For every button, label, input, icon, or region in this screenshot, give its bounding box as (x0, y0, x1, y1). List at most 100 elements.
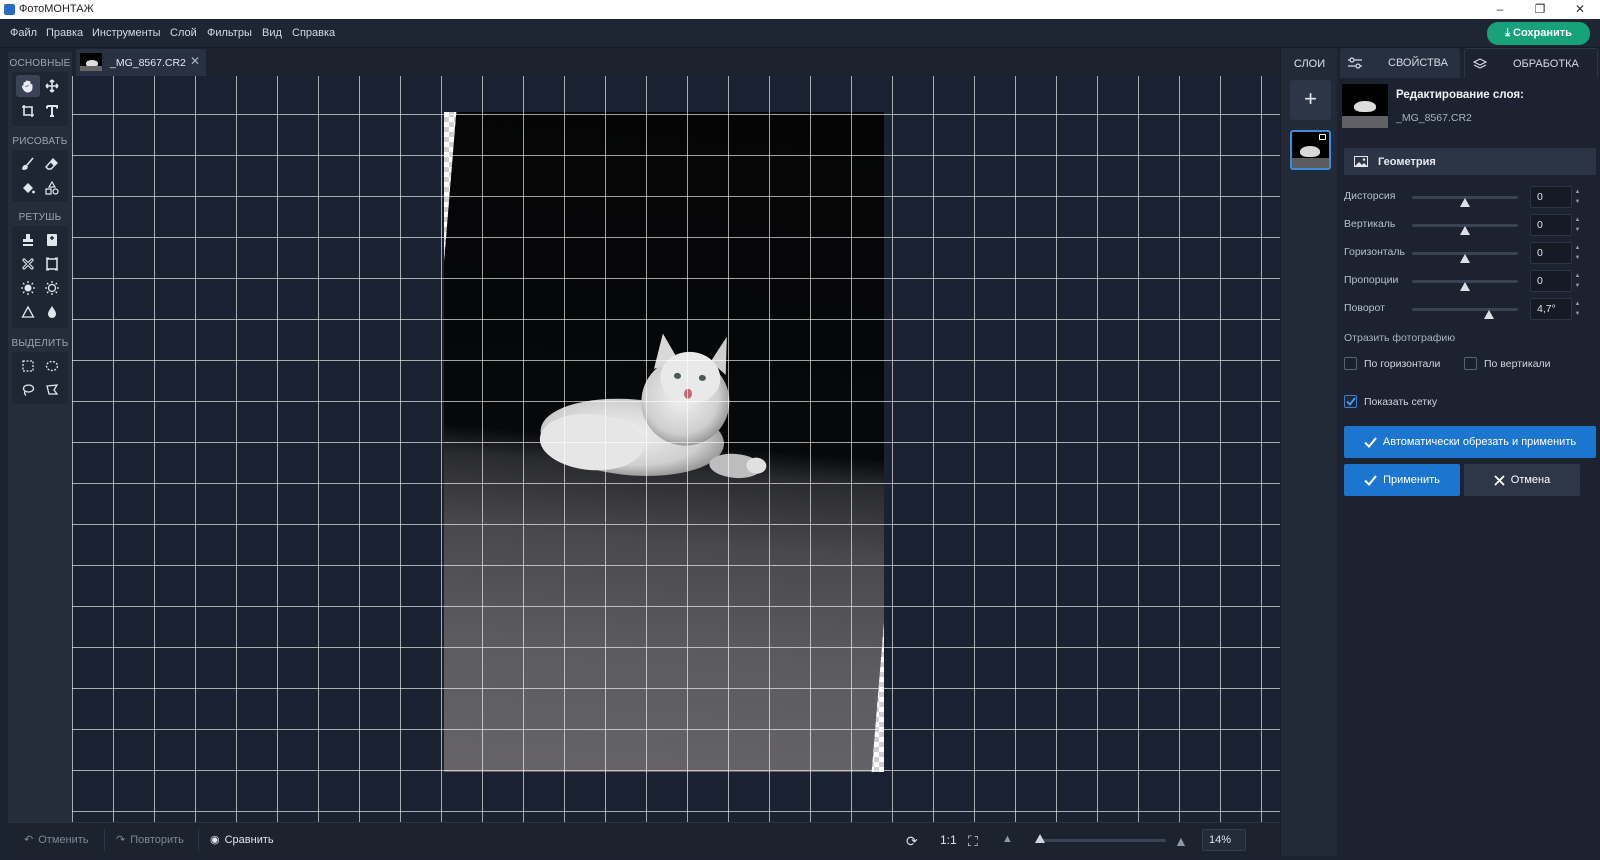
app-logo-icon (4, 4, 15, 15)
spinner-arrows-icon[interactable]: ▲ ▼ (1573, 299, 1582, 319)
menu-help[interactable]: Справка (292, 27, 335, 39)
download-icon: ⤓ (1505, 27, 1510, 39)
slider-value-input[interactable]: 0 (1530, 242, 1572, 264)
slider-thumb[interactable] (1460, 254, 1470, 263)
tab-properties-label: СВОЙСТВА (1388, 57, 1448, 69)
fit-screen-button[interactable]: ⛶ (968, 833, 978, 850)
cancel-button[interactable]: Отмена (1464, 464, 1580, 496)
slider-label: Вертикаль (1344, 218, 1396, 230)
tab-properties[interactable]: СВОЙСТВА (1340, 48, 1460, 78)
text-tool[interactable] (40, 100, 64, 122)
menu-view[interactable]: Вид (262, 27, 282, 39)
section-basic: ОСНОВНЫЕ (9, 58, 71, 69)
frame-tool[interactable] (40, 253, 64, 275)
layer-item[interactable] (1290, 130, 1331, 170)
layers-icon (1473, 57, 1487, 69)
add-layer-button[interactable]: + (1290, 80, 1331, 120)
spinner-arrows-icon[interactable]: ▲ ▼ (1573, 271, 1582, 291)
redo-button[interactable]: ↷ Повторить (116, 833, 184, 847)
undo-button[interactable]: ↶ Отменить (24, 833, 88, 847)
edit-layer-filename: _MG_8567.CR2 (1396, 112, 1472, 124)
zoom-slider[interactable] (1038, 839, 1166, 842)
edit-layer-title: Редактирование слоя: (1396, 89, 1524, 101)
slider-track[interactable] (1412, 308, 1518, 311)
fill-tool[interactable] (16, 177, 40, 199)
zoom-input[interactable]: 14% (1202, 829, 1246, 851)
tab-processing-label: ОБРАБОТКА (1513, 57, 1579, 70)
retouch-tools (12, 226, 68, 328)
close-window-button[interactable]: ✕ (1560, 1, 1600, 18)
mirror-horizontal-checkbox[interactable]: По горизонтали (1344, 357, 1440, 370)
checkbox-box (1464, 357, 1477, 370)
menu-filters[interactable]: Фильтры (207, 27, 252, 39)
section-draw: РИСОВАТЬ (12, 136, 68, 147)
rotate-icon: ⟳ (906, 833, 918, 849)
mirror-vertical-checkbox[interactable]: По вертикали (1464, 357, 1551, 370)
edit-layer-header: Редактирование слоя: _MG_8567.CR2 (1342, 84, 1596, 134)
title-bar: ФотоМОНТАЖ – ❐ ✕ (0, 0, 1600, 19)
slider-value-input[interactable]: 0 (1530, 186, 1572, 208)
canvas-area[interactable] (72, 76, 1280, 822)
save-button[interactable]: ⤓ Сохранить (1487, 22, 1590, 45)
healing-tool[interactable] (16, 253, 40, 275)
slider-value-input[interactable]: 4,7° (1530, 298, 1572, 320)
spinner-arrows-icon[interactable]: ▲ ▼ (1573, 215, 1582, 235)
stamp-tool[interactable] (16, 229, 40, 251)
menu-layer[interactable]: Слой (170, 27, 197, 39)
menu-edit[interactable]: Правка (46, 27, 83, 39)
spinner-arrows-icon[interactable]: ▲ ▼ (1573, 187, 1582, 207)
rect-select-tool[interactable] (16, 355, 40, 377)
auto-crop-apply-button[interactable]: Автоматически обрезать и применить (1344, 426, 1596, 458)
rotate-button[interactable]: ⟳ (906, 833, 918, 850)
slider-value-input[interactable]: 0 (1530, 270, 1572, 292)
menu-file[interactable]: Файл (10, 27, 37, 39)
slider-thumb[interactable] (1460, 198, 1470, 207)
blur-tool[interactable] (40, 301, 64, 323)
close-icon (1494, 474, 1505, 486)
move-arrows-icon (45, 79, 59, 93)
brush-tool[interactable] (16, 153, 40, 175)
close-tab-icon[interactable]: ✕ (190, 54, 200, 68)
polygon-lasso-tool[interactable] (40, 379, 64, 401)
zoom-slider-thumb[interactable] (1035, 834, 1045, 843)
move-tool[interactable] (40, 75, 64, 97)
ellipse-select-tool[interactable] (40, 355, 64, 377)
darken-tool[interactable] (40, 277, 64, 299)
stamp-icon (23, 234, 33, 246)
brush-icon (22, 157, 34, 170)
compare-button[interactable]: ◉ Сравнить (210, 833, 274, 847)
zoom-in-icon[interactable]: ▲ (1174, 833, 1188, 849)
lasso-tool[interactable] (16, 379, 40, 401)
patch-tool[interactable] (40, 229, 64, 251)
slider-value-input[interactable]: 0 (1530, 214, 1572, 236)
sliders-icon (1348, 57, 1362, 69)
slider-thumb[interactable] (1460, 282, 1470, 291)
zoom-1-1-button[interactable]: 1:1 (940, 833, 957, 847)
show-grid-checkbox[interactable]: Показать сетку (1344, 395, 1437, 408)
restore-button[interactable]: ❐ (1520, 1, 1560, 18)
eye-icon: ◉ (210, 834, 220, 846)
shapes-tool[interactable] (40, 177, 64, 199)
slider-thumb[interactable] (1460, 226, 1470, 235)
show-grid-label: Показать сетку (1364, 395, 1438, 408)
hand-tool[interactable] (16, 75, 40, 97)
guide-grid (72, 76, 1280, 822)
minimize-button[interactable]: – (1480, 1, 1520, 18)
apply-button[interactable]: Применить (1344, 464, 1460, 496)
fit-screen-icon: ⛶ (968, 833, 978, 849)
lighten-tool[interactable] (16, 277, 40, 299)
document-tab[interactable]: _MG_8567.CR2 ✕ (76, 49, 206, 76)
tab-processing[interactable]: ОБРАБОТКА (1464, 48, 1598, 78)
slider-thumb[interactable] (1484, 310, 1495, 319)
menu-tools[interactable]: Инструменты (92, 27, 161, 39)
geometry-header[interactable]: Геометрия (1344, 148, 1596, 175)
sharpen-tool[interactable] (16, 301, 40, 323)
lasso-icon (22, 384, 35, 396)
zoom-out-icon[interactable]: ▲ (1002, 833, 1013, 845)
crop-tool[interactable] (16, 100, 40, 122)
cancel-label: Отмена (1510, 474, 1551, 486)
image-icon (1354, 156, 1368, 167)
paint-bucket-icon (23, 183, 35, 194)
eraser-tool[interactable] (40, 153, 64, 175)
spinner-arrows-icon[interactable]: ▲ ▼ (1573, 243, 1582, 263)
